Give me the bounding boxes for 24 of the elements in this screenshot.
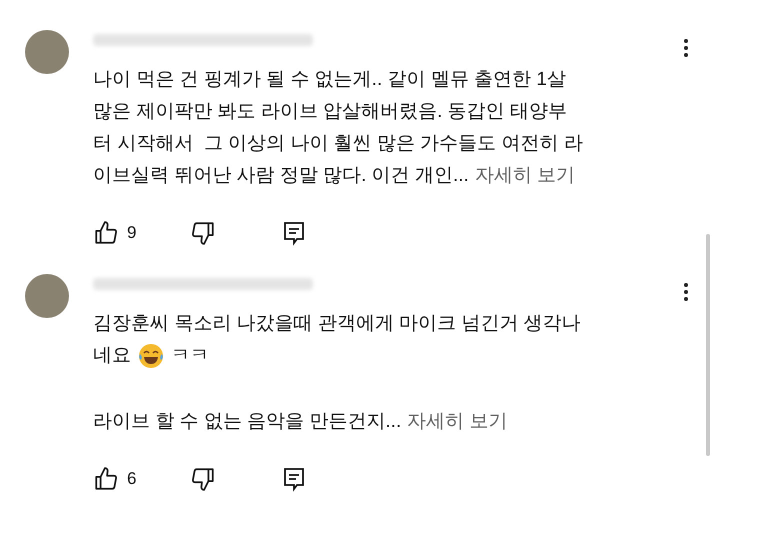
read-more-link[interactable]: 자세히 보기 bbox=[407, 406, 508, 438]
reply-icon[interactable] bbox=[282, 220, 306, 246]
comment-text: 이브실력 뛰어난 사람 정말 많다. 이건 개인... bbox=[93, 164, 469, 188]
like-count: 9 bbox=[127, 222, 136, 244]
reply-icon[interactable] bbox=[282, 466, 306, 492]
read-more-link[interactable]: 자세히 보기 bbox=[474, 160, 576, 192]
more-options-icon[interactable] bbox=[683, 38, 689, 58]
comment-text: 라이브 할 수 없는 음악을 만든건지... bbox=[93, 410, 402, 434]
laughing-face-icon bbox=[137, 342, 165, 370]
avatar bbox=[25, 30, 69, 74]
thumbs-up-icon[interactable] bbox=[93, 220, 119, 246]
avatar bbox=[25, 274, 69, 318]
comment-text: 김장훈씨 목소리 나갔을때 관객에게 마이크 넘긴거 생각나 bbox=[93, 312, 581, 336]
thumbs-down-icon[interactable] bbox=[190, 466, 216, 492]
thumbs-up-icon[interactable] bbox=[93, 466, 119, 492]
comment-text: 네요 bbox=[93, 344, 131, 368]
comment-text: 터 시작해서 그 이상의 나이 훨씬 많은 가수들도 여전히 라 bbox=[93, 132, 583, 156]
comment-text: 많은 제이팍만 봐도 라이브 압살해버렸음. 동갑인 태양부 bbox=[93, 100, 567, 124]
scrollbar[interactable] bbox=[706, 234, 710, 456]
comment-text: ㅋㅋ bbox=[171, 344, 209, 368]
more-options-icon[interactable] bbox=[683, 282, 689, 302]
comment-text: 나이 먹은 건 핑계가 될 수 없는게.. 같이 멜뮤 출연한 1살 bbox=[93, 68, 566, 92]
thumbs-down-icon[interactable] bbox=[190, 220, 216, 246]
like-count: 6 bbox=[127, 468, 136, 490]
